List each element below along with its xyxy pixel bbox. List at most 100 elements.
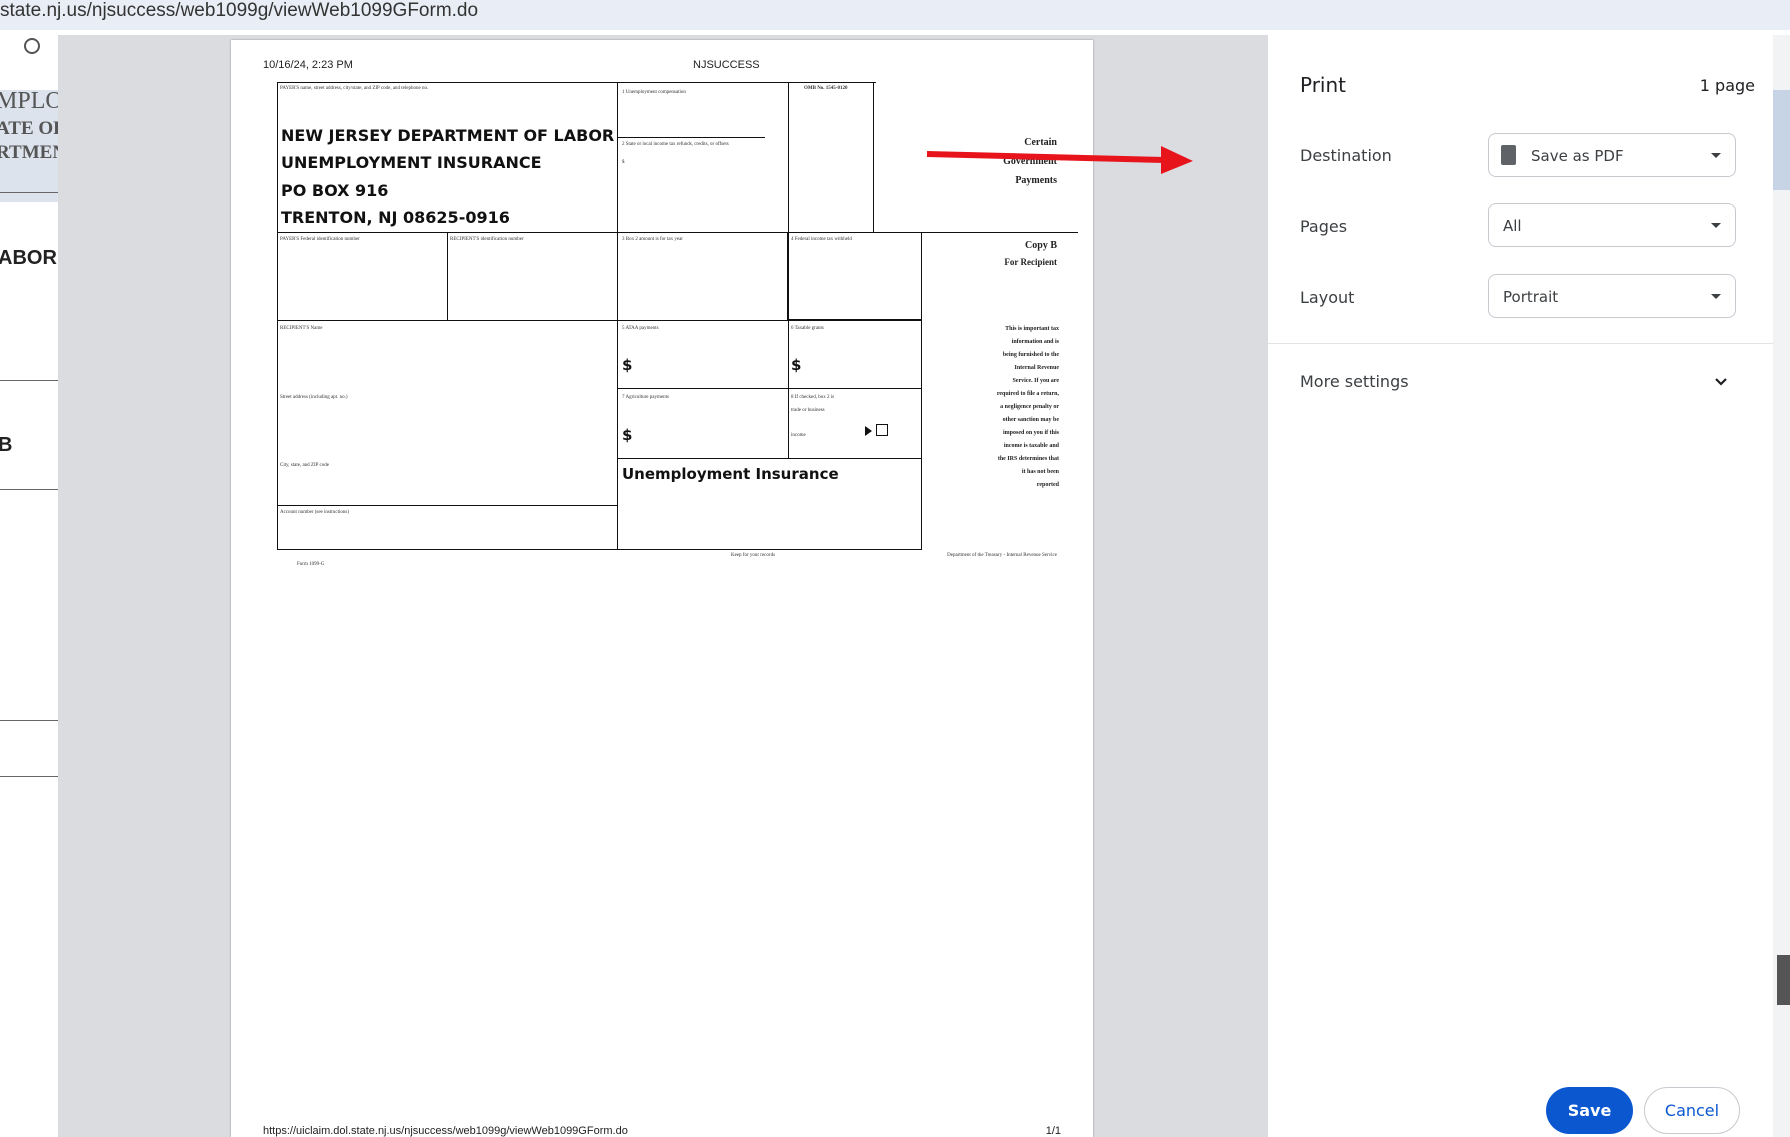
box8-label-line-3: income bbox=[791, 433, 806, 438]
dropdown-arrow-icon bbox=[1711, 153, 1721, 158]
pages-value: All bbox=[1503, 217, 1522, 235]
notice-line: income is taxable and bbox=[1003, 443, 1059, 449]
layout-value: Portrait bbox=[1503, 288, 1559, 306]
form-rule bbox=[617, 458, 921, 459]
cancel-button[interactable]: Cancel bbox=[1644, 1087, 1740, 1134]
box4-label: 4 Federal income tax withheld bbox=[791, 237, 852, 242]
chevron-down-icon bbox=[1715, 378, 1727, 386]
destination-select[interactable]: Save as PDF bbox=[1488, 133, 1736, 177]
destination-value: Save as PDF bbox=[1531, 147, 1624, 165]
box1-label: 1 Unemployment compensation bbox=[622, 90, 686, 95]
box5-label: 5 ATAA payments bbox=[622, 326, 659, 331]
page-count: 1 page bbox=[1699, 76, 1755, 95]
page-edge-tab bbox=[1777, 955, 1790, 1005]
street-label: Street address (including apt. no.) bbox=[280, 395, 348, 400]
page-footer-number: 1/1 bbox=[1045, 1125, 1061, 1137]
recipient-name-label: RECIPIENT'S Name bbox=[280, 326, 323, 331]
form-rule bbox=[788, 320, 789, 458]
box8-label-line-2: trade or business bbox=[791, 408, 825, 413]
background-text-line-3: RTMEN bbox=[0, 142, 58, 163]
tax-notice: This is important tax information and is… bbox=[959, 323, 1059, 492]
unemployment-insurance-title: Unemployment Insurance bbox=[622, 465, 839, 483]
box7-value: $ bbox=[622, 426, 633, 444]
destination-label: Destination bbox=[1300, 146, 1392, 165]
settings-divider bbox=[1268, 343, 1773, 344]
box3-label: 3 Box 2 amount is for tax year bbox=[622, 237, 683, 242]
notice-line: the IRS determines that bbox=[997, 456, 1059, 462]
layout-select[interactable]: Portrait bbox=[1488, 274, 1736, 318]
box6-label: 6 Taxable grants bbox=[791, 326, 824, 331]
box5-value: $ bbox=[622, 356, 633, 374]
page-edge-band bbox=[1773, 90, 1790, 190]
save-button[interactable]: Save bbox=[1546, 1087, 1633, 1134]
background-divider bbox=[0, 192, 58, 193]
notice-line: imposed on you if this bbox=[1002, 430, 1059, 436]
notice-line: a negligence penalty or bbox=[1000, 404, 1059, 410]
form-border-top bbox=[277, 82, 876, 83]
form-rule bbox=[921, 232, 922, 550]
omb-number: OMB No. 1545-0120 bbox=[804, 86, 848, 91]
notice-line: being furnished to the bbox=[1002, 352, 1059, 358]
for-recipient: For Recipient bbox=[1004, 257, 1057, 267]
form-border-bottom bbox=[277, 549, 921, 550]
box6-value: $ bbox=[791, 356, 802, 374]
account-label: Account number (see instructions) bbox=[280, 510, 350, 515]
payer-line-3: PO BOX 916 bbox=[281, 181, 389, 200]
page-edge bbox=[1773, 35, 1790, 1137]
notice-line: This is important tax bbox=[1005, 326, 1059, 332]
notice-line: Service. If you are bbox=[1012, 378, 1059, 384]
notice-line: reported bbox=[1036, 482, 1059, 488]
copy-b: Copy B bbox=[1025, 240, 1057, 251]
form-name: Form 1099-G bbox=[297, 562, 325, 567]
notice-line: Internal Revenue bbox=[1014, 365, 1060, 371]
page-footer-url: https://uiclaim.dol.state.nj.us/njsucces… bbox=[263, 1125, 628, 1137]
background-b-text: B bbox=[0, 434, 13, 456]
dropdown-arrow-icon bbox=[1711, 294, 1721, 299]
box8-label-line-1: 8 If checked, box 2 is bbox=[791, 395, 835, 400]
more-settings-toggle[interactable]: More settings bbox=[1268, 355, 1773, 405]
print-settings-panel: Print 1 page Destination Save as PDF Pag… bbox=[1268, 35, 1773, 1137]
keep-records: Keep for your records bbox=[731, 553, 776, 558]
background-divider bbox=[0, 489, 58, 490]
box8-arrow-icon bbox=[865, 426, 872, 436]
dept-treasury: Department of the Treasury - Internal Re… bbox=[947, 553, 1057, 558]
background-page: MPLO ATE OF RTMEN ABOR B bbox=[0, 60, 58, 1137]
form-rule bbox=[788, 82, 789, 232]
more-settings-label: More settings bbox=[1300, 372, 1409, 391]
form-rule bbox=[787, 232, 789, 321]
recipient-tin-label: RECIPIENT'S identification number bbox=[450, 237, 524, 242]
box7-label: 7 Agriculture payments bbox=[622, 395, 669, 400]
url-text[interactable]: state.nj.us/njsuccess/web1099g/viewWeb10… bbox=[0, 0, 478, 22]
page-header-title: NJSUCCESS bbox=[693, 59, 760, 71]
payer-label: PAYER'S name, street address, city/state… bbox=[280, 86, 429, 91]
form-rule bbox=[277, 232, 1078, 233]
background-divider bbox=[0, 380, 58, 381]
pages-select[interactable]: All bbox=[1488, 203, 1736, 247]
form-rule bbox=[617, 388, 921, 389]
box2-value: $ bbox=[622, 160, 625, 165]
payer-line-2: UNEMPLOYMENT INSURANCE bbox=[281, 153, 542, 172]
dropdown-arrow-icon bbox=[1711, 223, 1721, 228]
bookmarks-bar bbox=[0, 30, 60, 60]
globe-icon[interactable] bbox=[24, 38, 40, 54]
form-rule bbox=[873, 82, 874, 232]
page-header-datetime: 10/16/24, 2:23 PM bbox=[263, 59, 353, 71]
form-rule bbox=[277, 505, 617, 506]
address-bar[interactable]: state.nj.us/njsuccess/web1099g/viewWeb10… bbox=[0, 0, 1790, 30]
notice-line: required to file a return, bbox=[996, 391, 1059, 397]
box8-checkbox[interactable] bbox=[876, 424, 888, 436]
preview-page: 10/16/24, 2:23 PM NJSUCCESS PAYER'S name… bbox=[231, 40, 1093, 1137]
background-divider bbox=[0, 776, 58, 777]
print-title: Print bbox=[1300, 73, 1347, 97]
payer-line-4: TRENTON, NJ 08625-0916 bbox=[281, 208, 510, 227]
city-label: City, state, and ZIP code bbox=[280, 463, 329, 468]
pages-label: Pages bbox=[1300, 217, 1348, 236]
background-text-line-1: MPLO bbox=[0, 88, 58, 114]
notice-line: other sanction may be bbox=[1002, 417, 1059, 423]
payer-tin-label: PAYER'S Federal identification number bbox=[280, 237, 360, 242]
box2-label: 2 State or local income tax refunds, cre… bbox=[622, 142, 729, 147]
annotation-arrow bbox=[926, 146, 1193, 174]
form-border-left bbox=[277, 82, 278, 550]
form-rule bbox=[277, 320, 921, 321]
payer-line-1: NEW JERSEY DEPARTMENT OF LABOR bbox=[281, 126, 615, 145]
